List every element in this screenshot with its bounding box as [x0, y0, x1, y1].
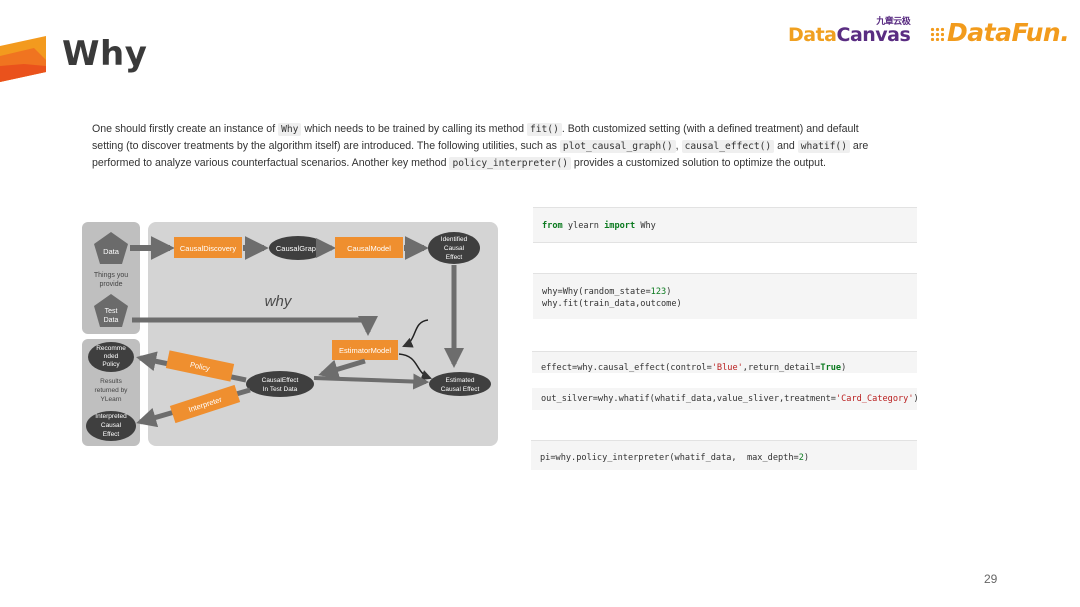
code-block-whatif: out_silver=why.whatif(whatif_data,value_… — [532, 388, 919, 410]
svg-text:Test: Test — [105, 308, 118, 315]
svg-text:Identified: Identified — [441, 236, 468, 243]
svg-text:returned by: returned by — [95, 387, 129, 394]
svg-text:CausalGraph: CausalGraph — [276, 244, 320, 253]
svg-text:nded: nded — [104, 353, 119, 360]
code-block-causal-effect: effect=why.causal_effect(control='Blue',… — [532, 351, 917, 373]
datafun-logo: DataFun. — [930, 18, 1070, 47]
svg-text:CausalDiscovery: CausalDiscovery — [180, 244, 237, 253]
page-number: 29 — [984, 572, 998, 586]
svg-text:Policy: Policy — [102, 361, 120, 368]
code-why: Why — [278, 123, 302, 136]
code-plot-causal-graph: plot_causal_graph() — [559, 140, 676, 153]
code-causal-effect: causal_effect() — [681, 140, 775, 153]
svg-text:CausalEffect: CausalEffect — [262, 377, 299, 384]
page-title: Why — [62, 34, 148, 74]
title-accent-shape — [0, 36, 46, 82]
svg-text:Recomme: Recomme — [96, 345, 126, 352]
why-workflow-diagram: Data Things you provide Test Data Recomm… — [82, 222, 498, 446]
code-block-import: from ylearn import Why — [533, 207, 917, 243]
svg-text:Effect: Effect — [446, 254, 463, 261]
datafun-dots-icon — [930, 27, 944, 41]
svg-text:Effect: Effect — [103, 431, 120, 438]
svg-text:Causal: Causal — [444, 245, 465, 252]
svg-text:Things you: Things you — [94, 272, 128, 279]
data-label: Data — [103, 247, 120, 256]
svg-text:provide: provide — [100, 281, 123, 288]
svg-text:CausalModel: CausalModel — [347, 244, 391, 253]
svg-text:EstimatorModel: EstimatorModel — [339, 346, 391, 355]
datacanvas-logo: DataCanvas 九章云极 — [788, 17, 911, 46]
svg-text:Results: Results — [100, 378, 122, 385]
code-whatif: whatif() — [797, 140, 850, 153]
code-policy-interpreter: policy_interpreter() — [449, 157, 571, 170]
code-block-policy-interpreter: pi=why.policy_interpreter(whatif_data, m… — [531, 440, 917, 470]
svg-text:Causal: Causal — [101, 422, 122, 429]
svg-text:YLearn: YLearn — [101, 396, 122, 403]
svg-text:Data: Data — [104, 317, 119, 324]
code-block-fit: why=Why(random_state=123) why.fit(train_… — [533, 273, 917, 319]
intro-paragraph: One should firstly create an instance of… — [92, 123, 869, 170]
causal-effect-test-data-node — [246, 371, 314, 397]
why-diagram-label: why — [265, 293, 293, 310]
svg-text:In Test Data: In Test Data — [263, 386, 298, 393]
svg-text:Estimated: Estimated — [446, 377, 475, 384]
code-fit: fit() — [526, 123, 562, 136]
svg-text:Causal Effect: Causal Effect — [441, 386, 480, 393]
svg-text:Interpreted: Interpreted — [95, 413, 127, 420]
